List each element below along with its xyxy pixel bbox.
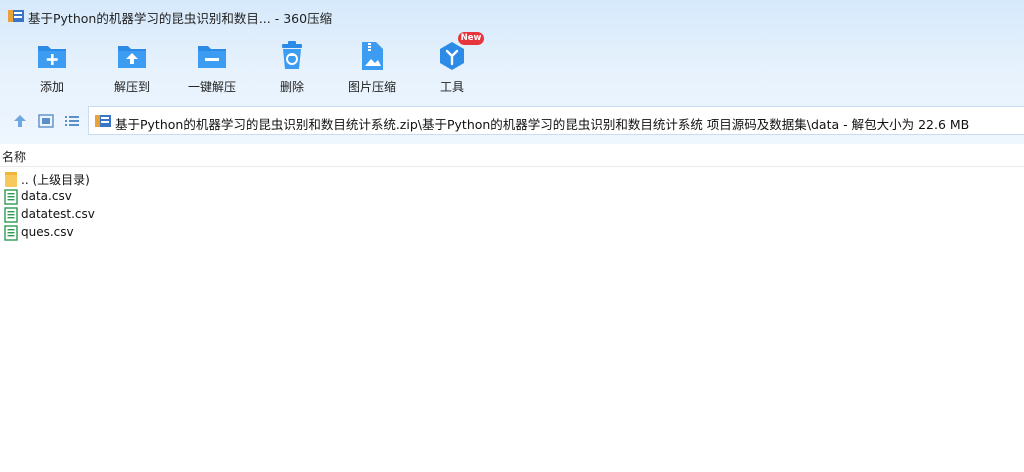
folder-icon	[5, 172, 17, 187]
delete-label: 删除	[279, 80, 304, 94]
extract-to-icon	[118, 46, 146, 68]
image-compress-icon	[362, 42, 383, 70]
list-item[interactable]: ques.csv	[0, 224, 200, 242]
file-name: .. (上级目录)	[21, 173, 90, 187]
column-header-row: 名称	[0, 144, 1024, 167]
list-view-icon[interactable]	[64, 113, 80, 129]
csv-file-icon	[4, 207, 18, 223]
file-name: datatest.csv	[21, 207, 95, 221]
archive-app-icon	[8, 10, 24, 22]
toolbar: 添加 解压到 一键解压 删除 图片压缩 New 工具	[0, 32, 1024, 98]
file-list: 名称 .. (上级目录) data.csv datatest.csv ques.…	[0, 144, 1024, 472]
list-item[interactable]: datatest.csv	[0, 206, 200, 224]
tools-button[interactable]: New 工具	[412, 32, 492, 98]
address-row: 基于Python的机器学习的昆虫识别和数目统计系统.zip\基于Python的机…	[0, 106, 1024, 136]
csv-file-icon	[4, 189, 18, 205]
address-path: 基于Python的机器学习的昆虫识别和数目统计系统.zip\基于Python的机…	[115, 117, 970, 132]
list-item-parent-dir[interactable]: .. (上级目录)	[0, 170, 200, 188]
image-compress-button[interactable]: 图片压缩	[332, 36, 412, 98]
extract-to-button[interactable]: 解压到	[92, 36, 172, 98]
one-click-extract-icon	[198, 46, 226, 68]
trash-icon	[282, 41, 302, 69]
delete-button[interactable]: 删除	[252, 36, 332, 98]
thumbnail-view-icon[interactable]	[38, 113, 54, 129]
column-header-name[interactable]: 名称	[2, 148, 26, 165]
image-compress-label: 图片压缩	[347, 80, 396, 94]
one-click-extract-label: 一键解压	[187, 80, 236, 94]
add-folder-icon	[38, 46, 66, 68]
new-badge: New	[458, 32, 484, 45]
one-click-extract-button[interactable]: 一键解压	[172, 36, 252, 98]
extract-to-label: 解压到	[113, 80, 150, 94]
tools-label: 工具	[439, 80, 464, 94]
app-window: 基于Python的机器学习的昆虫识别和数目... - 360压缩 添加 解压到	[0, 0, 1024, 472]
add-button[interactable]: 添加	[12, 36, 92, 98]
list-item[interactable]: data.csv	[0, 188, 200, 206]
file-name: data.csv	[21, 189, 72, 203]
up-arrow-icon[interactable]	[12, 113, 28, 129]
address-bar[interactable]: 基于Python的机器学习的昆虫识别和数目统计系统.zip\基于Python的机…	[88, 106, 1024, 135]
archive-icon	[95, 115, 111, 127]
window-title: 基于Python的机器学习的昆虫识别和数目... - 360压缩	[28, 11, 333, 26]
add-label: 添加	[39, 80, 64, 94]
title-bar: 基于Python的机器学习的昆虫识别和数目... - 360压缩	[0, 0, 1024, 32]
file-name: ques.csv	[21, 225, 74, 239]
csv-file-icon	[4, 225, 18, 241]
